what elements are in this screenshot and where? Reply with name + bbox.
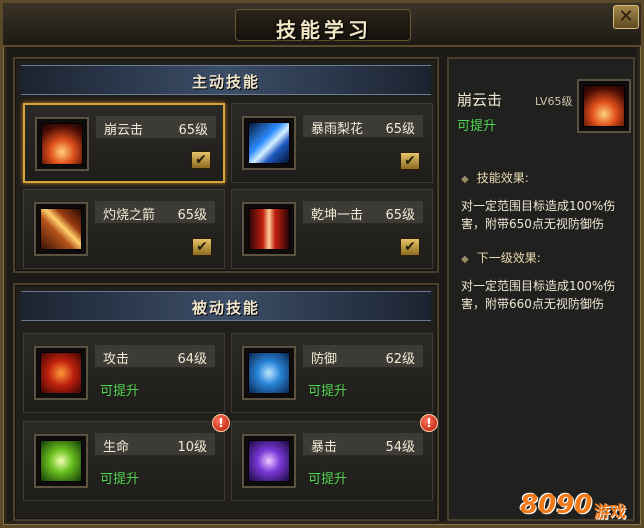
alert-icon: !	[420, 414, 438, 432]
passive-skill-card-defense[interactable]: 防御 62级 可提升	[231, 333, 433, 413]
passive-skill-card-crit[interactable]: 暴击 54级 可提升 !	[231, 414, 438, 501]
skill-level: 65级	[385, 122, 415, 137]
close-button[interactable]: ✕	[613, 5, 639, 29]
active-skills-panel: 主动技能 崩云击 65级 ✔ 暴雨梨花 65级 ✔ 灼烧之箭 65级 ✔ 乾坤一…	[13, 57, 439, 273]
detail-icon-frame	[577, 79, 631, 133]
upgradable-label: 可提升	[308, 472, 348, 487]
life-icon	[40, 440, 82, 482]
skill-level: 10级	[177, 440, 207, 455]
skill-detail-panel: 崩云击 LV65级 可提升 技能效果: 对一定范围目标造成100%伤害，附带65…	[447, 57, 635, 521]
skill-level: 62级	[385, 352, 415, 367]
skill-level: 65级	[385, 208, 415, 223]
skill-name: 崩云击	[104, 123, 144, 138]
skill-name: 攻击	[103, 352, 130, 367]
title-plate: 技能学习	[235, 9, 411, 42]
skill-learning-window: 技能学习 ✕ 主动技能 崩云击 65级 ✔ 暴雨梨花 65级 ✔ 灼烧之箭 65…	[0, 0, 644, 528]
attack-icon	[40, 352, 82, 394]
alert-icon: !	[212, 414, 230, 432]
effect-title: 技能效果:	[461, 169, 529, 186]
skill-name-bar: 生命 10级	[94, 432, 216, 456]
passive-skills-header: 被动技能	[21, 291, 431, 321]
skill-icon-frame	[242, 346, 296, 400]
check-icon[interactable]: ✔	[400, 152, 420, 170]
passive-skill-card-attack[interactable]: 攻击 64级 可提升	[23, 333, 225, 413]
skill-name: 暴击	[311, 440, 338, 455]
skill-level: 64级	[177, 352, 207, 367]
detail-upgradable-label: 可提升	[457, 119, 497, 134]
active-skill-card-beng-yun-ji[interactable]: 崩云击 65级 ✔	[23, 103, 225, 183]
skill-name-bar: 防御 62级	[302, 344, 424, 368]
skill-name-bar: 攻击 64级	[94, 344, 216, 368]
beng-yun-ji-icon	[41, 123, 83, 165]
watermark-text: 游戏	[594, 502, 627, 521]
defense-icon	[248, 352, 290, 394]
check-icon[interactable]: ✔	[400, 238, 420, 256]
detail-skill-level: LV65级	[535, 95, 573, 108]
upgradable-label: 可提升	[100, 384, 140, 399]
active-skills-header: 主动技能	[21, 65, 431, 95]
skill-icon-frame	[242, 434, 296, 488]
skill-icon-frame	[35, 117, 89, 171]
skill-level: 65级	[177, 208, 207, 223]
active-skill-card-bao-yu-li-hua[interactable]: 暴雨梨花 65级 ✔	[231, 103, 433, 183]
qian-kun-yi-ji-icon	[248, 208, 290, 250]
effect-description: 对一定范围目标造成100%伤害，附带650点无视防御伤	[461, 199, 616, 231]
skill-icon-frame	[34, 346, 88, 400]
check-icon[interactable]: ✔	[192, 238, 212, 256]
next-level-description: 对一定范围目标造成100%伤害，附带660点无视防御伤	[461, 279, 616, 311]
skill-icon-frame	[242, 202, 296, 256]
active-skills-header-label: 主动技能	[191, 73, 260, 91]
bao-yu-li-hua-icon	[248, 122, 290, 164]
skill-name-bar: 乾坤一击 65级	[302, 200, 424, 224]
beng-yun-ji-icon	[583, 85, 625, 127]
check-icon[interactable]: ✔	[191, 151, 211, 169]
active-skill-card-zhuo-shao-zhi-jian[interactable]: 灼烧之箭 65级 ✔	[23, 189, 225, 269]
upgradable-label: 可提升	[100, 472, 140, 487]
watermark-number: 8090	[520, 490, 593, 520]
next-level-title: 下一级效果:	[461, 249, 541, 266]
skill-name: 乾坤一击	[311, 208, 364, 223]
skill-name-bar: 暴雨梨花 65级	[302, 114, 424, 138]
passive-skills-header-label: 被动技能	[191, 299, 260, 317]
passive-skill-card-life[interactable]: 生命 10级 可提升 !	[23, 414, 230, 501]
skill-icon-frame	[34, 202, 88, 256]
skill-name: 灼烧之箭	[103, 208, 156, 223]
zhuo-shao-zhi-jian-icon	[40, 208, 82, 250]
active-skill-card-qian-kun-yi-ji[interactable]: 乾坤一击 65级 ✔	[231, 189, 433, 269]
skill-name: 暴雨梨花	[311, 122, 364, 137]
skill-level: 65级	[178, 123, 208, 138]
skill-name-bar: 暴击 54级	[302, 432, 424, 456]
site-watermark-logo: 8090 游戏	[520, 490, 640, 524]
passive-skills-panel: 被动技能 攻击 64级 可提升 防御 62级 可提升 生命 10级 可提升 ! …	[13, 283, 439, 521]
crit-icon	[248, 440, 290, 482]
detail-skill-name: 崩云击	[457, 91, 503, 109]
skill-name: 生命	[103, 440, 130, 455]
upgradable-label: 可提升	[308, 384, 348, 399]
window-title: 技能学习	[276, 18, 372, 42]
skill-icon-frame	[242, 116, 296, 170]
skill-name-bar: 崩云击 65级	[95, 115, 217, 139]
skill-level: 54级	[385, 440, 415, 455]
skill-name: 防御	[311, 352, 338, 367]
skill-name-bar: 灼烧之箭 65级	[94, 200, 216, 224]
skill-icon-frame	[34, 434, 88, 488]
title-bar: 技能学习 ✕	[3, 3, 641, 47]
